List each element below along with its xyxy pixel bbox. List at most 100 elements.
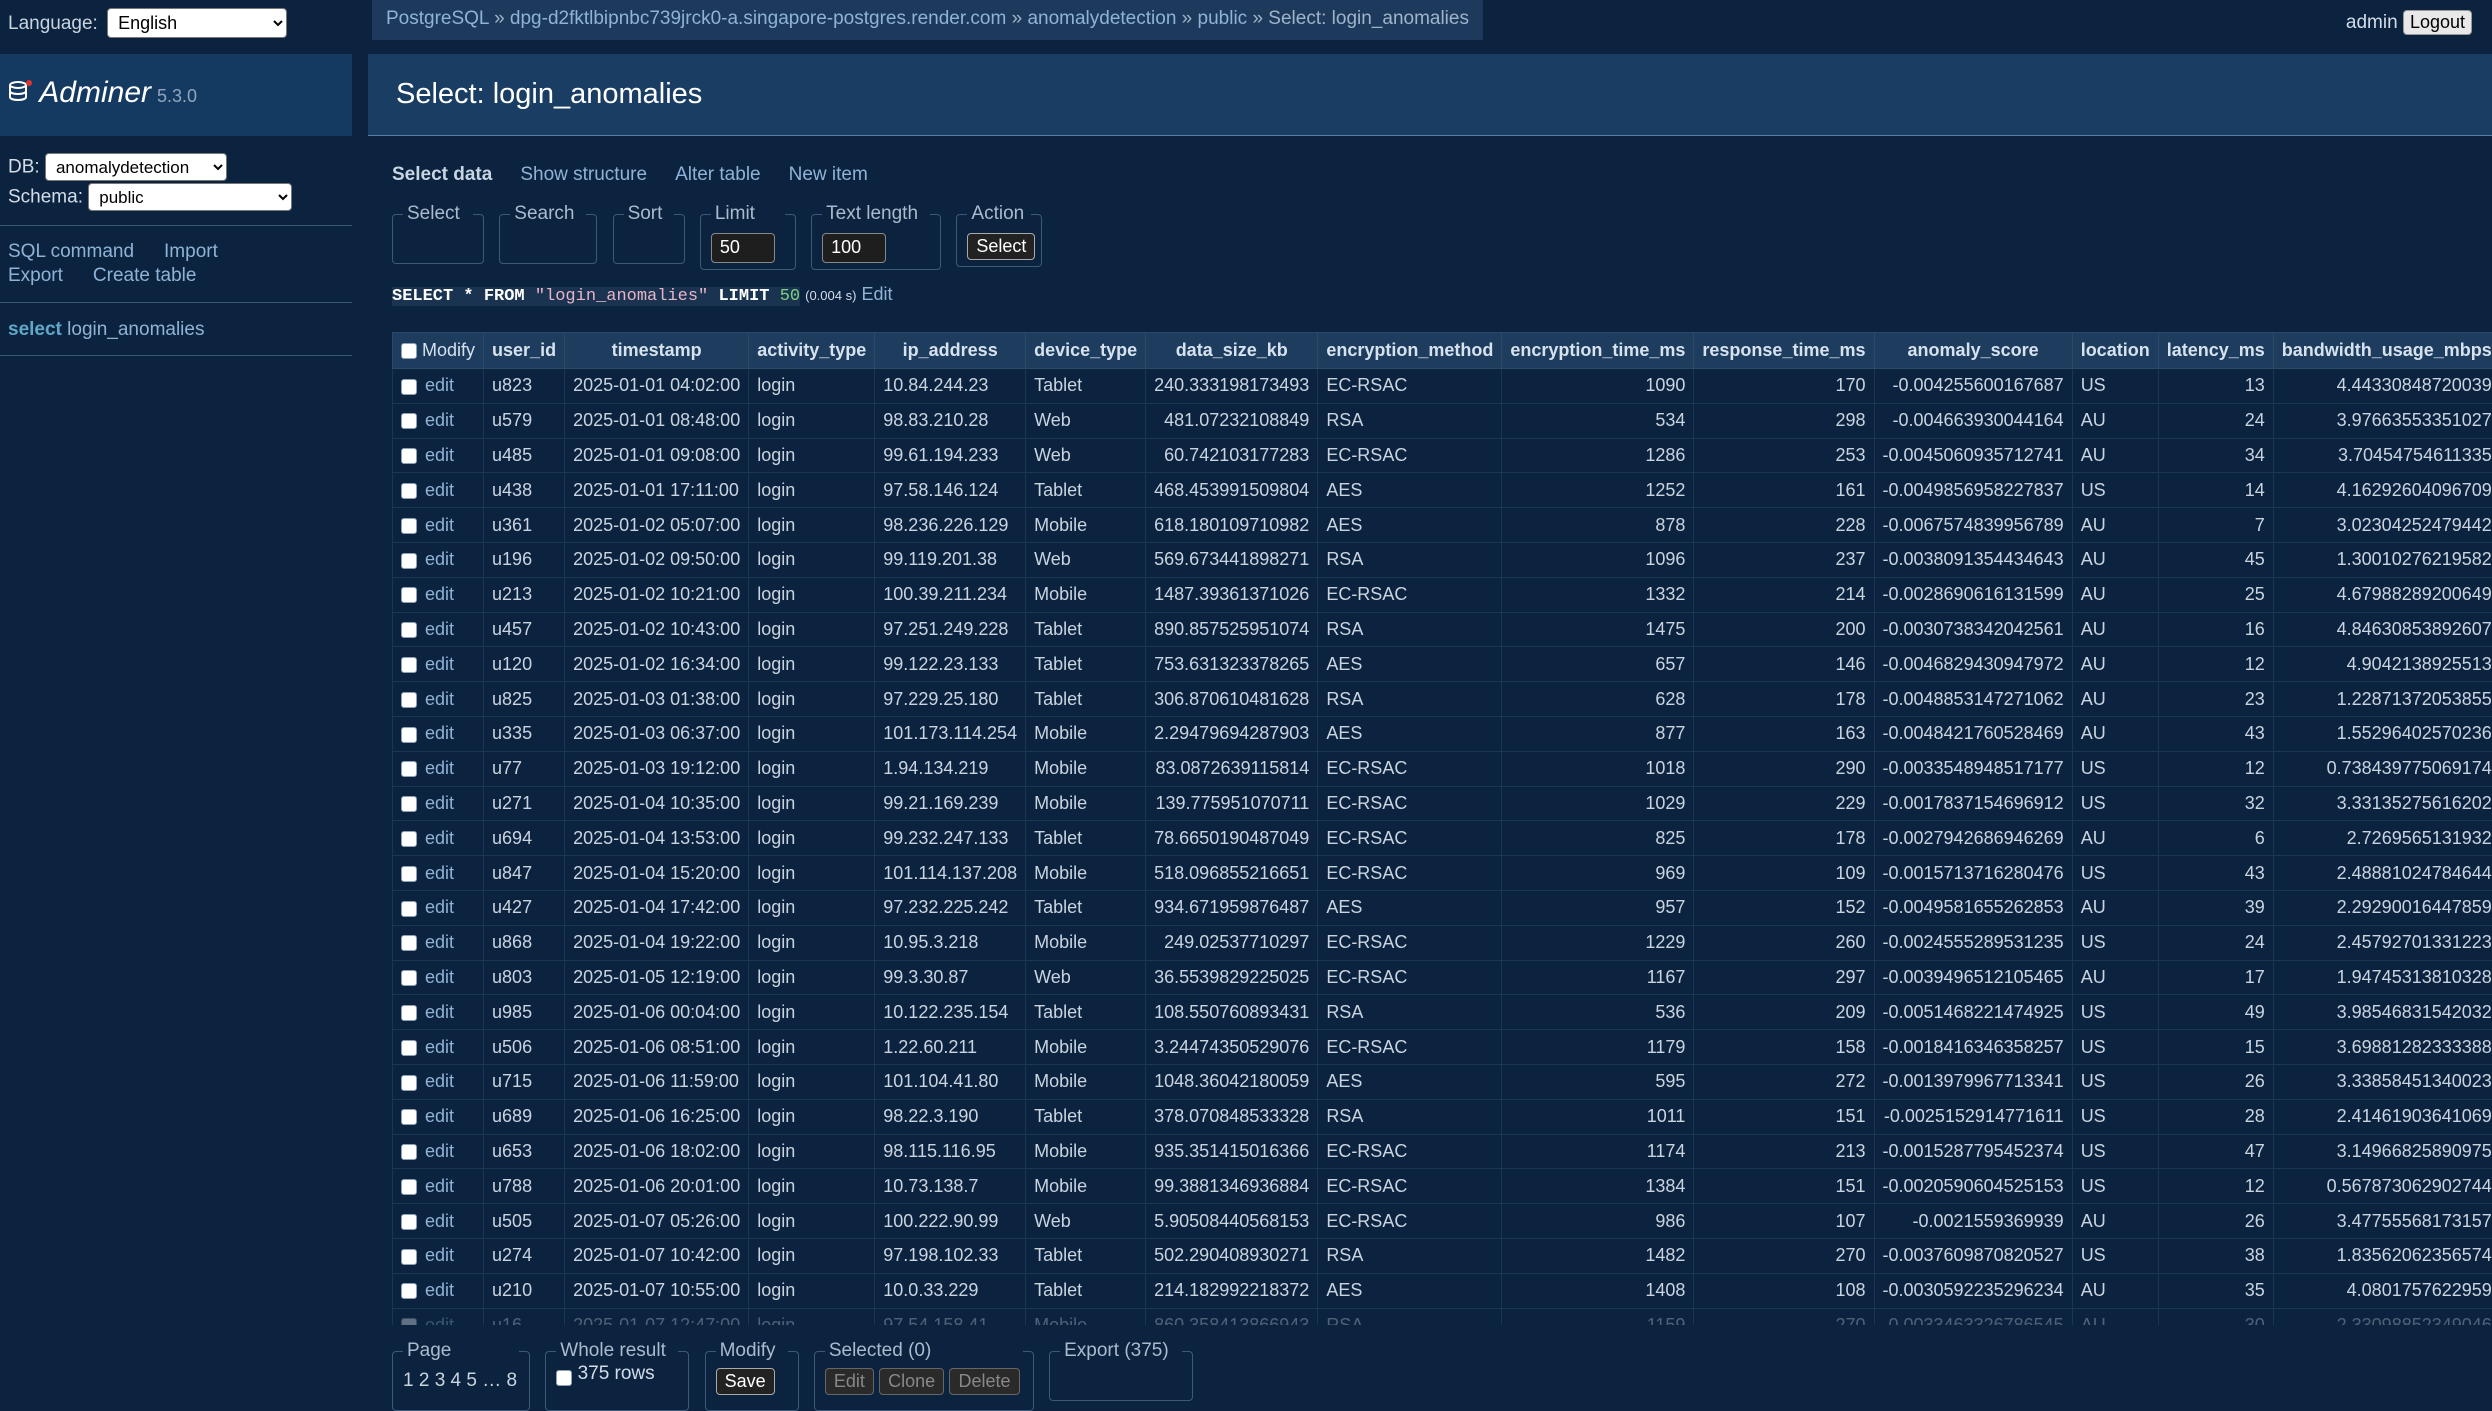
logout-button[interactable]: Logout [2402,10,2472,35]
clone-button[interactable]: Clone [879,1368,945,1395]
row-checkbox[interactable] [401,622,417,639]
row-checkbox[interactable] [401,483,417,500]
row-edit-link[interactable]: edit [425,1176,454,1196]
breadcrumb-schema[interactable]: public [1198,8,1248,29]
row-checkbox[interactable] [401,587,417,604]
column-header[interactable]: response_time_ms [1693,332,1875,369]
row-edit-link[interactable]: edit [425,654,454,674]
breadcrumb-host[interactable]: dpg-d2fktlbipnbc739jrck0-a.singapore-pos… [510,8,1006,29]
sql-command-link[interactable]: SQL command [8,241,134,262]
row-checkbox[interactable] [401,413,417,430]
column-header[interactable]: device_type [1025,332,1147,369]
row-edit-link[interactable]: edit [425,1071,454,1091]
tab-alter-table[interactable]: Alter table [675,164,761,185]
row-checkbox[interactable] [401,1074,417,1091]
row-checkbox[interactable] [401,552,417,569]
sort-fieldset[interactable]: Sort [612,203,685,264]
row-checkbox[interactable] [401,691,417,708]
schema-select[interactable]: public [88,183,293,211]
row-edit-link[interactable]: edit [425,480,454,500]
row-edit-link[interactable]: edit [425,863,454,883]
row-edit-link[interactable]: edit [425,758,454,778]
row-edit-link[interactable]: edit [425,793,454,813]
row-edit-link[interactable]: edit [425,828,454,848]
row-edit-link[interactable]: edit [425,967,454,987]
row-checkbox[interactable] [401,970,417,987]
row-checkbox[interactable] [401,1283,417,1300]
row-checkbox[interactable] [401,1213,417,1230]
row-checkbox[interactable] [401,1109,417,1126]
column-header[interactable]: encryption_time_ms [1501,332,1695,369]
import-link[interactable]: Import [164,241,218,262]
row-edit-link[interactable]: edit [425,1245,454,1265]
row-checkbox[interactable] [401,900,417,917]
tab-select-data[interactable]: Select data [392,164,492,185]
row-checkbox[interactable] [401,726,417,743]
limit-input[interactable]: 50 [710,233,775,263]
row-checkbox[interactable] [401,1248,417,1265]
column-header[interactable]: data_size_kb [1145,332,1319,369]
row-edit-link[interactable]: edit [425,584,454,604]
db-select[interactable]: anomalydetection [44,153,227,181]
whole-result-checkbox[interactable] [556,1370,573,1386]
table-link-login-anomalies[interactable]: login_anomalies [67,319,204,340]
row-checkbox[interactable] [401,865,417,882]
row-checkbox[interactable] [401,1039,417,1056]
row-checkbox[interactable] [401,761,417,778]
select-button[interactable]: Select [967,233,1036,260]
row-checkbox[interactable] [401,831,417,847]
row-checkbox[interactable] [401,657,417,674]
column-header[interactable]: timestamp [564,332,750,369]
column-header[interactable]: bandwidth_usage_mbps [2272,332,2492,369]
row-edit-link[interactable]: edit [425,932,454,952]
search-fieldset[interactable]: Search [499,203,598,264]
row-edit-link[interactable]: edit [425,897,454,917]
save-button[interactable]: Save [715,1368,775,1395]
column-header[interactable]: ip_address [874,332,1027,369]
row-edit-link[interactable]: edit [425,1002,454,1022]
row-checkbox[interactable] [401,1178,417,1195]
row-edit-link[interactable]: edit [425,410,454,430]
row-checkbox[interactable] [401,1004,417,1021]
breadcrumb-driver[interactable]: PostgreSQL [386,8,489,29]
page-links[interactable]: 1 2 3 4 5 … 8 [403,1370,519,1392]
select-fieldset[interactable]: Select [392,203,484,264]
column-header[interactable]: latency_ms [2157,332,2274,369]
edit-selected-button[interactable]: Edit [824,1368,874,1395]
row-checkbox[interactable] [401,517,417,534]
row-checkbox[interactable] [401,935,417,952]
row-checkbox[interactable] [401,796,417,813]
column-header[interactable]: encryption_method [1317,332,1503,369]
column-header[interactable]: anomaly_score [1873,332,2073,369]
export-link[interactable]: Export [8,265,63,286]
row-edit-link[interactable]: edit [425,689,454,709]
column-header[interactable]: user_id [483,332,566,369]
row-checkbox[interactable] [401,378,417,395]
row-edit-link[interactable]: edit [425,1037,454,1057]
breadcrumb-db[interactable]: anomalydetection [1027,8,1176,29]
language-select[interactable]: English [107,8,288,38]
row-edit-link[interactable]: edit [425,723,454,743]
tab-new-item[interactable]: New item [789,164,868,185]
row-edit-link[interactable]: edit [425,445,454,465]
row-edit-link[interactable]: edit [425,515,454,535]
row-edit-link[interactable]: edit [425,375,454,395]
app-logo[interactable]: Adminer 5.3.0 [0,54,352,136]
export-fieldset[interactable]: Export (375) [1049,1340,1194,1401]
row-edit-link[interactable]: edit [425,1211,454,1231]
row-edit-link[interactable]: edit [425,1106,454,1126]
select-table-link[interactable]: select [8,319,62,340]
column-header[interactable]: activity_type [748,332,876,369]
tab-show-structure[interactable]: Show structure [520,164,647,185]
row-checkbox[interactable] [401,1144,417,1161]
row-edit-link[interactable]: edit [425,549,454,569]
row-edit-link[interactable]: edit [425,1280,454,1300]
row-edit-link[interactable]: edit [425,1141,454,1161]
edit-query-link[interactable]: Edit [861,284,892,304]
select-all-checkbox[interactable] [401,343,417,360]
row-edit-link[interactable]: edit [425,619,454,639]
row-checkbox[interactable] [401,448,417,465]
create-table-link[interactable]: Create table [93,265,197,286]
delete-button[interactable]: Delete [949,1368,1020,1395]
text-length-input[interactable]: 100 [822,233,887,263]
